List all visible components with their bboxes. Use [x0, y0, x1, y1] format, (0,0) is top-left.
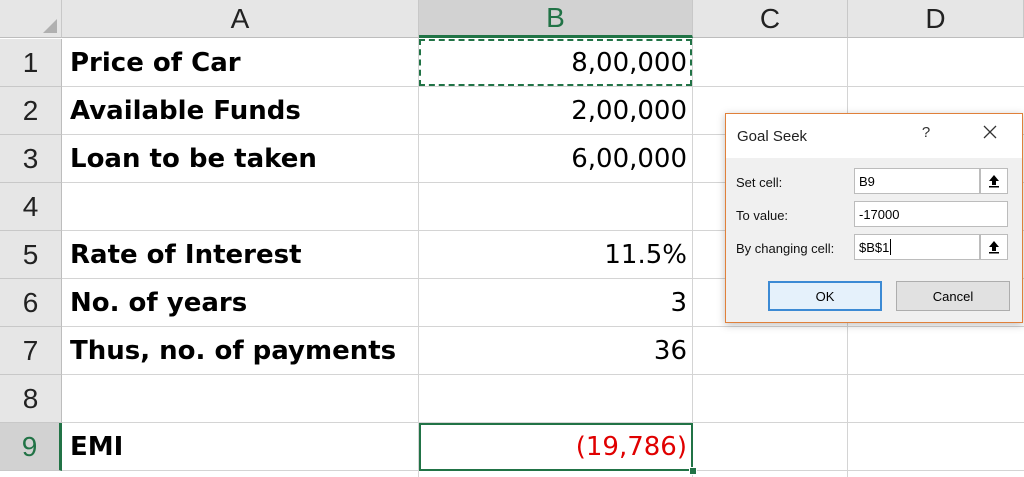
- set-cell-label: Set cell:: [736, 175, 783, 190]
- text-caret: [890, 239, 892, 255]
- changing-cell-value: $B$1: [859, 239, 890, 255]
- column-header-a[interactable]: A: [62, 0, 419, 38]
- cell-a1[interactable]: Price of Car: [62, 39, 419, 87]
- changing-cell-collapse-icon[interactable]: [980, 234, 1008, 260]
- dialog-titlebar[interactable]: Goal Seek ?: [726, 114, 1022, 158]
- set-cell-input[interactable]: B9: [854, 168, 980, 194]
- cell-b5[interactable]: 11.5%: [419, 231, 693, 279]
- cell-b3[interactable]: 6,00,000: [419, 135, 693, 183]
- cell-b7[interactable]: 36: [419, 327, 693, 375]
- row-header-6[interactable]: 6: [0, 279, 62, 327]
- cell-a6[interactable]: No. of years: [62, 279, 419, 327]
- set-cell-collapse-icon[interactable]: [980, 168, 1008, 194]
- cell-a9[interactable]: EMI: [62, 423, 419, 471]
- column-header-d[interactable]: D: [848, 0, 1024, 38]
- row-header-3[interactable]: 3: [0, 135, 62, 183]
- cell-a2[interactable]: Available Funds: [62, 87, 419, 135]
- row-header-2[interactable]: 2: [0, 87, 62, 135]
- row-header-1[interactable]: 1: [0, 39, 62, 87]
- row-header-8[interactable]: 8: [0, 375, 62, 423]
- row-header-7[interactable]: 7: [0, 327, 62, 375]
- close-x-glyph: [983, 125, 997, 139]
- column-header-c[interactable]: C: [693, 0, 848, 38]
- dialog-title: Goal Seek: [737, 128, 808, 145]
- to-value-input[interactable]: -17000: [854, 201, 1008, 227]
- cell-a3[interactable]: Loan to be taken: [62, 135, 419, 183]
- collapse-dialog-icon: [989, 241, 999, 254]
- select-all-triangle-icon: [43, 19, 57, 33]
- goal-seek-dialog: Goal Seek ? Set cell: B9 To value: -1700…: [725, 113, 1023, 323]
- row-header-4[interactable]: 4: [0, 183, 62, 231]
- cell-a7[interactable]: Thus, no. of payments: [62, 327, 419, 375]
- cell-b2[interactable]: 2,00,000: [419, 87, 693, 135]
- copy-marquee-b1: [419, 39, 692, 86]
- cell-a5[interactable]: Rate of Interest: [62, 231, 419, 279]
- changing-cell-input[interactable]: $B$1: [854, 234, 980, 260]
- cancel-button[interactable]: Cancel: [896, 281, 1010, 311]
- column-header-b[interactable]: B: [419, 0, 693, 38]
- select-all-corner[interactable]: [0, 0, 62, 38]
- ok-button[interactable]: OK: [768, 281, 882, 311]
- active-cell-border: [419, 423, 693, 471]
- row-header-5[interactable]: 5: [0, 231, 62, 279]
- help-button[interactable]: ?: [916, 124, 936, 144]
- row-header-9[interactable]: 9: [0, 423, 62, 471]
- collapse-dialog-icon: [989, 175, 999, 188]
- changing-cell-label: By changing cell:: [736, 241, 835, 256]
- to-value-label: To value:: [736, 208, 789, 223]
- fill-handle[interactable]: [689, 467, 697, 475]
- cell-b6[interactable]: 3: [419, 279, 693, 327]
- close-icon[interactable]: [978, 122, 1002, 146]
